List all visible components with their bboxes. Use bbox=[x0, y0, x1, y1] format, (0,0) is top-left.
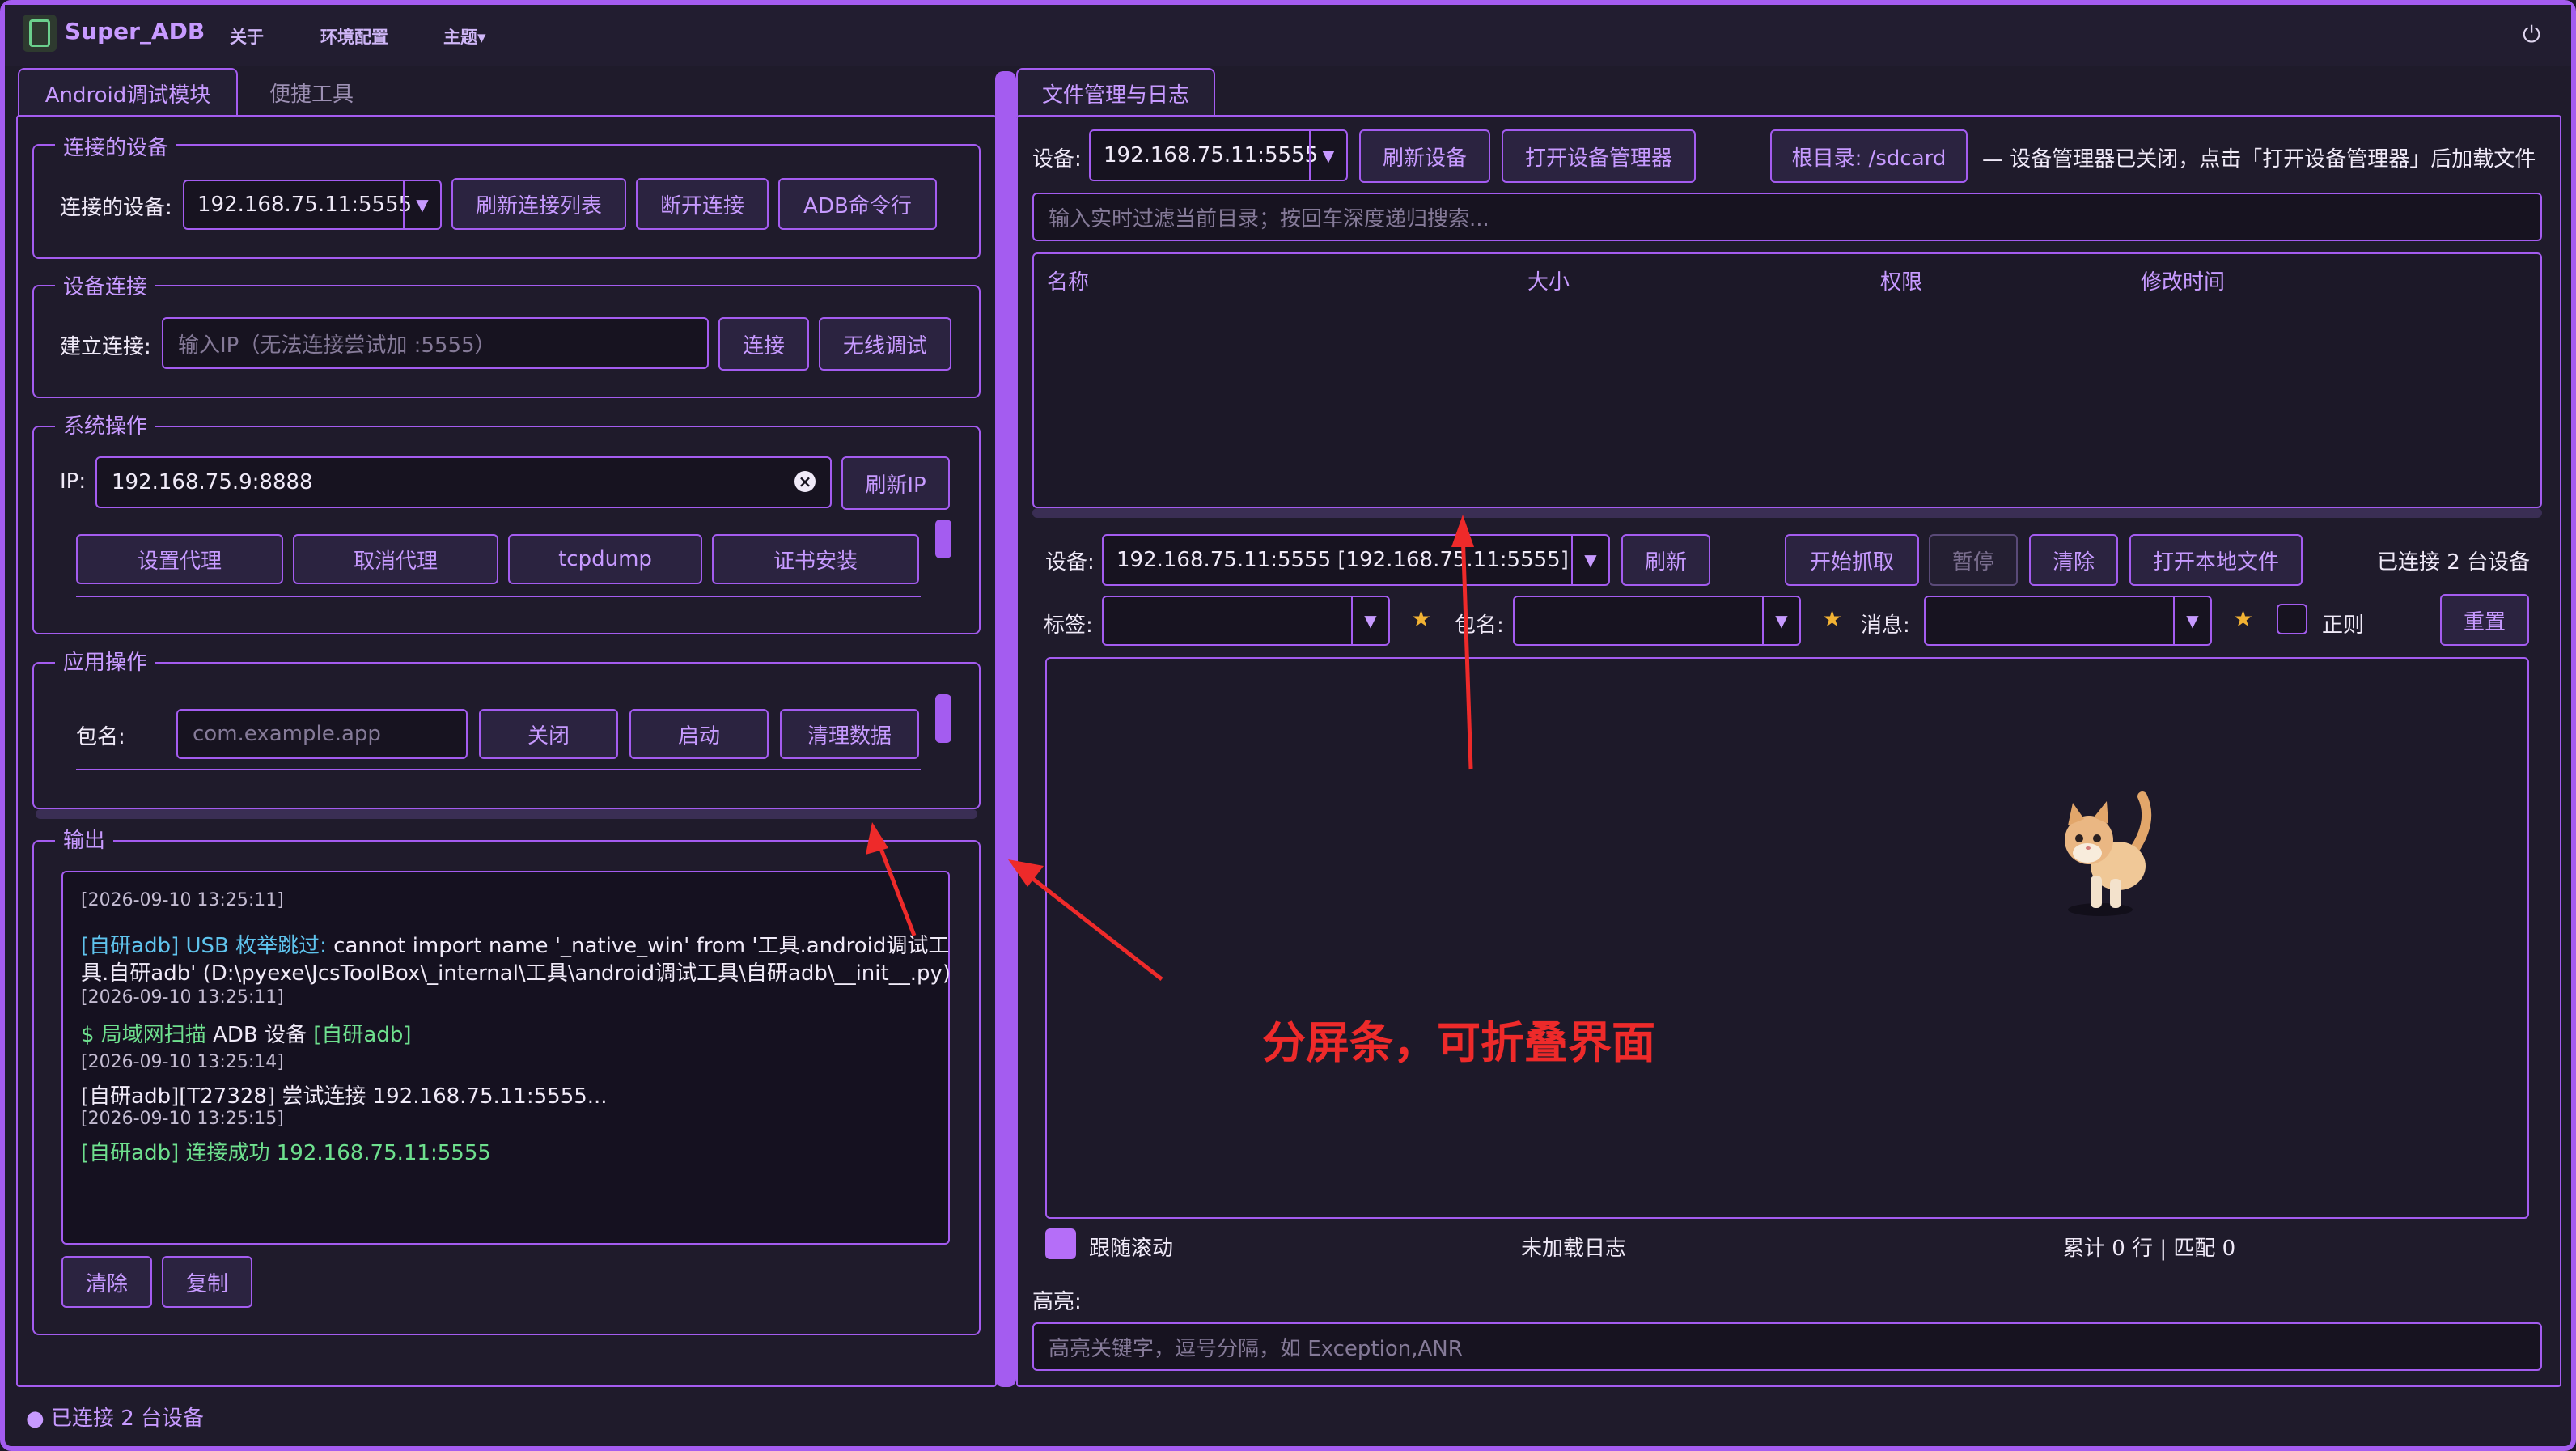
annotation-text: 分屏条，可折叠界面 bbox=[1262, 1017, 1655, 1068]
annotation-arrows bbox=[866, 515, 1474, 981]
